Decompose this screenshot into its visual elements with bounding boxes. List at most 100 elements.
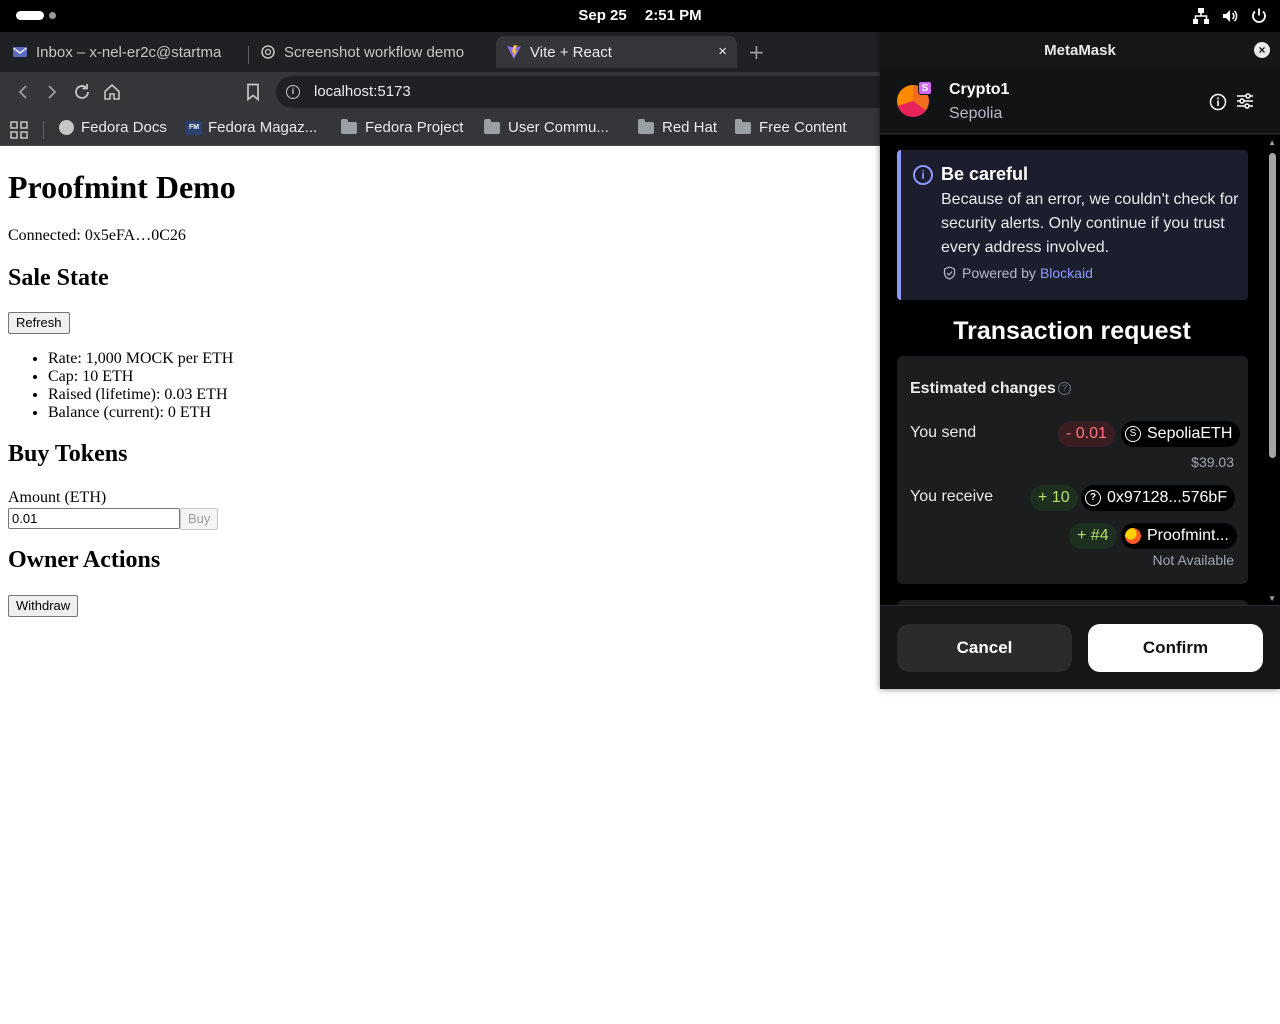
network-icon (1193, 8, 1209, 24)
refresh-button[interactable]: Refresh (8, 312, 70, 334)
send-fiat-value: $39.03 (1191, 454, 1234, 470)
tab-close-icon[interactable]: × (718, 43, 727, 60)
reload-icon[interactable] (72, 82, 92, 102)
bookmark-fedora-project[interactable]: Fedora Project (341, 118, 464, 136)
shield-check-icon (943, 266, 956, 280)
powered-by: Powered by Blockaid (943, 265, 1093, 281)
scroll-down-arrow-icon[interactable]: ▼ (1268, 594, 1276, 603)
bookmark-label: Fedora Docs (81, 119, 167, 136)
folder-icon (735, 118, 751, 134)
bookmark-label: Red Hat (662, 119, 718, 136)
bookmark-label: Fedora Project (365, 119, 464, 136)
amount-label: Amount (ETH) (8, 489, 107, 506)
stat-raised: Raised (lifetime): 0.03 ETH (48, 386, 233, 404)
bookmark-label: Fedora Magaz... (208, 119, 318, 136)
bookmark-fedora-docs[interactable]: Fedora Docs (59, 119, 167, 136)
site-info-icon[interactable]: i (286, 85, 300, 99)
tab-screenshot-workflow[interactable]: Screenshot workflow demo (260, 36, 488, 68)
address-bar[interactable]: i localhost:5173 (276, 76, 916, 108)
bookmark-icon[interactable] (243, 82, 263, 102)
bookmark-user-community[interactable]: User Commu... (484, 118, 609, 136)
stat-rate: Rate: 1,000 MOCK per ETH (48, 350, 233, 368)
bookmark-label: User Commu... (508, 119, 609, 136)
network-badge: S (918, 81, 932, 95)
action-footer: Cancel Confirm (880, 605, 1280, 689)
send-amount: - 0.01 (1058, 421, 1115, 447)
clock[interactable]: Sep 25 2:51 PM (0, 7, 1280, 24)
stat-balance: Balance (current): 0 ETH (48, 404, 233, 422)
system-top-bar: Sep 25 2:51 PM (0, 0, 1280, 32)
globe-icon (59, 120, 74, 135)
owner-actions-heading: Owner Actions (8, 547, 161, 573)
account-name: Crypto1 (949, 81, 1010, 98)
folder-icon (484, 118, 500, 134)
info-circle-icon: i (913, 165, 933, 185)
stat-cap: Cap: 10 ETH (48, 368, 233, 386)
tab-vite-react[interactable]: Vite + React × (496, 36, 737, 68)
vite-icon (507, 45, 521, 59)
you-send-label: You send (910, 424, 977, 441)
system-tray[interactable] (1192, 7, 1268, 25)
bookmark-red-hat[interactable]: Red Hat (638, 118, 718, 136)
alert-body: Because of an error, we couldn't check f… (941, 191, 1239, 256)
metamask-popup: MetaMask × S Crypto1 Sepolia i Be carefu… (880, 32, 1280, 689)
receive-nft-name: Proofmint... (1147, 527, 1229, 544)
folder-icon (341, 118, 357, 134)
bookmark-fedora-magazine[interactable]: FM Fedora Magaz... (186, 119, 317, 136)
cancel-button[interactable]: Cancel (897, 624, 1072, 672)
buy-button[interactable]: Buy (180, 508, 219, 530)
url-text: localhost:5173 (314, 83, 411, 100)
settings-sliders-icon[interactable] (1236, 92, 1254, 110)
web-page: Proofmint Demo Connected: 0x5eFA…0C26 Sa… (0, 147, 880, 1024)
receive-nft-fiat: Not Available (1152, 552, 1234, 568)
withdraw-button[interactable]: Withdraw (8, 595, 79, 617)
amount-input[interactable] (8, 508, 180, 529)
unknown-token-icon: ? (1085, 490, 1101, 506)
buy-tokens-heading: Buy Tokens (8, 441, 128, 467)
apps-grid-icon[interactable] (10, 121, 28, 139)
transaction-title: Transaction request (953, 317, 1191, 345)
fedora-magazine-icon: FM (186, 120, 202, 135)
home-icon[interactable] (102, 82, 122, 102)
estimated-changes-card: Estimated changes ? You send - 0.01 S Se… (897, 356, 1248, 584)
power-icon (1252, 8, 1266, 23)
bookmarks-divider (43, 121, 44, 139)
transaction-scroll-area[interactable]: i Be careful Because of an error, we cou… (880, 135, 1280, 605)
sepolia-eth-icon: S (1125, 426, 1141, 442)
receive-token-address[interactable]: ? 0x97128...576bF (1081, 485, 1236, 511)
time-label: 2:51 PM (644, 7, 702, 24)
info-icon[interactable] (1209, 93, 1227, 111)
help-icon[interactable]: ? (1058, 382, 1071, 395)
estimated-changes-label: Estimated changes (910, 380, 1056, 397)
new-tab-button[interactable]: + (748, 40, 765, 64)
sale-state-heading: Sale State (8, 265, 109, 291)
confirm-button[interactable]: Confirm (1088, 624, 1263, 672)
bookmark-label: Free Content (759, 119, 847, 136)
scrollbar-thumb[interactable] (1269, 153, 1276, 458)
mail-icon (13, 47, 27, 57)
network-name: Sepolia (949, 105, 1003, 122)
connected-address: Connected: 0x5eFA…0C26 (8, 227, 186, 244)
scroll-up-arrow-icon[interactable]: ▲ (1268, 138, 1276, 147)
send-token-name: SepoliaETH (1147, 425, 1233, 442)
send-token[interactable]: S SepoliaETH (1121, 421, 1241, 447)
you-receive-label: You receive (910, 488, 994, 505)
close-icon[interactable]: × (1254, 42, 1270, 58)
receive-amount-nft: + #4 (1069, 523, 1117, 549)
tab-inbox[interactable]: Inbox – x-nel-er2c@startma (12, 36, 244, 68)
tab-label: Inbox – x-nel-er2c@startma (36, 43, 222, 61)
blockaid-link[interactable]: Blockaid (1040, 265, 1093, 281)
page-title: Proofmint Demo (8, 169, 236, 205)
receive-nft[interactable]: Proofmint... (1121, 523, 1237, 549)
folder-icon (638, 118, 654, 134)
tab-label: Vite + React (530, 43, 612, 61)
date-label: Sep 25 (578, 7, 627, 24)
bookmark-free-content[interactable]: Free Content (735, 118, 847, 136)
proofmint-nft-icon (1125, 528, 1141, 544)
forward-icon[interactable] (42, 82, 62, 102)
back-icon[interactable] (13, 82, 33, 102)
powered-by-label: Powered by (962, 265, 1036, 281)
account-header: S Crypto1 Sepolia (880, 68, 1280, 134)
alert-title: Be careful (941, 164, 1029, 184)
sale-stats-list: Rate: 1,000 MOCK per ETH Cap: 10 ETH Rai… (48, 350, 233, 422)
